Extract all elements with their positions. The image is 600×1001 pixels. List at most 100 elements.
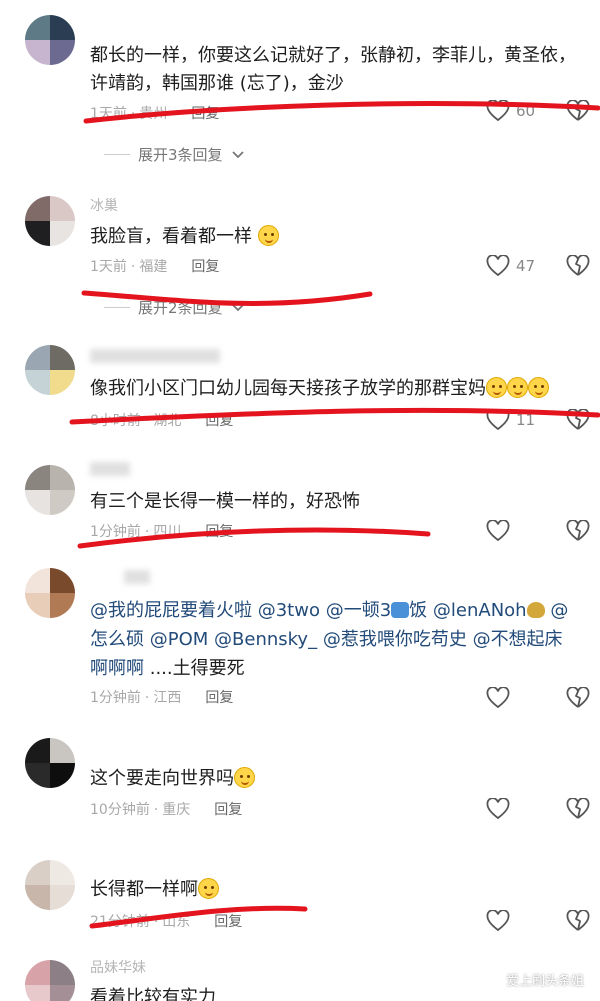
comment-location: 江西 (153, 690, 182, 706)
comment-time: 10分钟前 (90, 802, 150, 818)
divider-line (104, 307, 130, 308)
smile-emoji-icon (507, 377, 528, 398)
broken-heart-icon (566, 686, 590, 708)
comment-meta: 10分钟前 · 重庆 回复 (90, 802, 243, 818)
comment-author[interactable]: 冰巢 (90, 196, 118, 216)
broken-heart-icon (566, 99, 590, 121)
expand-label: 展开2条回复 (138, 299, 223, 317)
dislike-button[interactable] (566, 797, 590, 824)
comment-location: 福建 (139, 259, 168, 275)
pleading-emoji-icon (198, 878, 219, 899)
mention[interactable]: @一顿3 (326, 600, 391, 621)
comment-text-content: 长得都一样啊 (90, 879, 198, 900)
dislike-button[interactable] (566, 909, 590, 936)
heart-icon (486, 910, 510, 932)
reply-button[interactable]: 回复 (191, 106, 219, 122)
like-count: 60 (516, 102, 536, 120)
mention[interactable]: @3two (258, 600, 320, 621)
mention[interactable]: 饭 (409, 600, 427, 621)
like-button[interactable] (486, 520, 510, 542)
comment-text-content: 这个要走向世界吗 (90, 768, 234, 789)
broken-heart-icon (566, 408, 590, 430)
smile-emoji-icon (486, 377, 507, 398)
dislike-button[interactable] (566, 99, 590, 126)
like-button[interactable] (486, 687, 510, 709)
tears-of-joy-emoji-icon (234, 767, 255, 788)
broken-heart-icon (566, 254, 590, 276)
like-button[interactable]: 60 (486, 100, 535, 122)
comment-meta: 8小时前 · 湖北 回复 (90, 413, 234, 429)
broken-heart-icon (566, 519, 590, 541)
dislike-button[interactable] (566, 519, 590, 546)
expand-replies-button[interactable]: 展开2条回复 (104, 297, 245, 318)
avatar[interactable] (25, 465, 75, 515)
comment-author[interactable]: 品妹华妹 (90, 958, 146, 978)
avatar[interactable] (25, 738, 75, 788)
avatar[interactable] (25, 960, 75, 1001)
reply-button[interactable]: 回复 (205, 524, 233, 540)
comment-time: 21分钟前 (90, 914, 150, 930)
comment-text: 像我们小区门口幼儿园每天接孩子放学的那群宝妈 (90, 375, 580, 403)
reply-button[interactable]: 回复 (214, 914, 242, 930)
heart-icon (486, 798, 510, 820)
mention[interactable]: @我的屁屁要着火啦 (90, 600, 252, 621)
watermark-text: 爱上刷头条姐 (505, 974, 584, 989)
comment-meta: 21分钟前 · 山东 回复 (90, 914, 243, 930)
watermark: 爱上刷头条姐 (489, 970, 584, 989)
comment-text: 有三个是长得一模一样的，好恐怖 (90, 491, 360, 512)
broken-heart-icon (566, 797, 590, 819)
divider-line (104, 154, 130, 155)
dislike-button[interactable] (566, 408, 590, 435)
dislike-button[interactable] (566, 254, 590, 281)
avatar[interactable] (25, 568, 75, 618)
comment-location: 贵州 (139, 106, 168, 122)
comment-location: 重庆 (162, 802, 191, 818)
like-button[interactable] (486, 910, 510, 932)
reply-button[interactable]: 回复 (191, 259, 219, 275)
comment-meta: 1分钟前 · 四川 回复 (90, 524, 234, 540)
comment-text: @我的屁屁要着火啦 @3two @一顿3 饭 @lenANoh @怎么硕 @POM… (90, 596, 580, 683)
smile-emoji-icon (528, 377, 549, 398)
heart-icon (486, 409, 510, 431)
comment-meta: 1天前 · 福建 回复 (90, 259, 220, 275)
comment-time: 1分钟前 (90, 524, 141, 540)
like-button[interactable]: 47 (486, 255, 535, 277)
reply-button[interactable]: 回复 (205, 690, 233, 706)
expand-replies-button[interactable]: 展开3条回复 (104, 144, 245, 165)
comment-text: 我脸盲，看着都一样 (90, 223, 580, 251)
smile-emoji-icon (257, 225, 279, 246)
like-count: 11 (516, 411, 536, 429)
avatar[interactable] (25, 15, 75, 65)
blurred-author (90, 462, 130, 476)
comment-meta: 1天前 · 贵州 回复 (90, 106, 220, 122)
comment-location: 山东 (162, 914, 191, 930)
mention[interactable]: @惹我喂你吃苟史 (323, 629, 467, 650)
comment-meta: 1分钟前 · 江西 回复 (90, 690, 234, 706)
like-button[interactable]: 11 (486, 409, 535, 431)
comment-text: 都长的一样，你要这么记就好了，张静初，李菲儿，黄圣依，许靖韵，韩国那谁 (忘了)… (90, 45, 576, 94)
money-bag-emoji-icon (526, 602, 545, 618)
like-count: 47 (516, 257, 536, 275)
bowl-emoji-icon (391, 602, 410, 618)
heart-icon (486, 520, 510, 542)
heart-icon (486, 255, 510, 277)
mention[interactable]: @lenANoh (433, 600, 527, 621)
reply-button[interactable]: 回复 (214, 802, 242, 818)
like-button[interactable] (486, 798, 510, 820)
comment-time: 1天前 (90, 106, 127, 122)
mention[interactable]: @Bennsky_ (214, 629, 317, 650)
comment-location: 湖北 (153, 413, 182, 429)
avatar[interactable] (25, 196, 75, 246)
chevron-down-icon (231, 150, 244, 158)
blurred-author (124, 570, 150, 584)
dislike-button[interactable] (566, 686, 590, 713)
comment-time: 1分钟前 (90, 690, 141, 706)
comment-location: 四川 (153, 524, 182, 540)
comment-text-content: 我脸盲，看着都一样 (90, 226, 252, 247)
reply-button[interactable]: 回复 (205, 413, 233, 429)
avatar[interactable] (25, 860, 75, 910)
blurred-author (90, 349, 220, 363)
avatar[interactable] (25, 345, 75, 395)
comment-text-content: ....土得要死 (149, 658, 245, 679)
mention[interactable]: @POM (150, 629, 209, 650)
